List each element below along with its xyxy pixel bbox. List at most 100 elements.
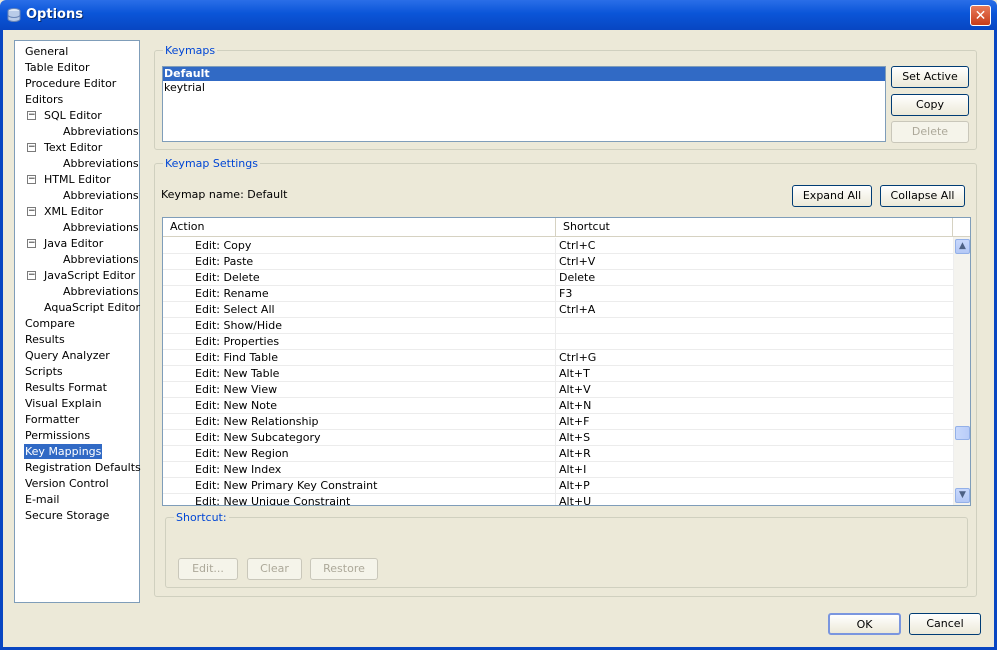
collapse-toggle-icon[interactable]: − [27,143,36,152]
set-active-button[interactable]: Set Active [891,66,969,88]
nav-item[interactable]: HTML Editor [43,172,112,187]
scroll-down-icon[interactable]: ▼ [955,488,970,503]
table-row[interactable]: Edit: New Primary Key Constraint Alt+P [163,478,953,494]
nav-item[interactable]: XML Editor [43,204,104,219]
table-row[interactable]: Edit: New Index Alt+I [163,462,953,478]
collapse-toggle-icon[interactable]: − [27,271,36,280]
collapse-toggle-icon[interactable]: − [27,175,36,184]
table-row[interactable]: Edit: Paste Ctrl+V [163,254,953,270]
title-bar: Options ✕ [0,0,997,30]
shortcut-cell: Alt+I [555,462,953,478]
table-row[interactable]: Edit: New Note Alt+N [163,398,953,414]
nav-item[interactable]: Results [24,332,66,347]
nav-item[interactable]: Abbreviations [62,220,140,235]
action-cell: Edit: New Note [195,399,278,412]
edit-shortcut-button[interactable]: Edit... [178,558,238,580]
options-navigation-tree: General Table Editor Procedure Editor Edito… [14,40,142,603]
keymap-name-label: Keymap name: Default [161,188,288,201]
nav-item[interactable]: Secure Storage [24,508,110,523]
shortcut-legend: Shortcut: [176,511,227,524]
nav-item[interactable]: Table Editor [24,60,91,75]
shortcut-cell: F3 [555,286,953,302]
restore-shortcut-button[interactable]: Restore [310,558,378,580]
nav-item[interactable]: JavaScript Editor [43,268,136,283]
action-cell: Edit: New Table [195,367,280,380]
table-row[interactable]: Edit: New View Alt+V [163,382,953,398]
collapse-all-button[interactable]: Collapse All [880,185,965,207]
table-row[interactable]: Edit: Select All Ctrl+A [163,302,953,318]
table-row[interactable]: Edit: Copy Ctrl+C [163,238,953,254]
nav-item[interactable]: Abbreviations [62,156,140,171]
shortcut-cell [555,334,953,350]
cancel-button[interactable]: Cancel [909,613,981,635]
vertical-scrollbar[interactable]: ▲ ▼ [953,237,970,505]
table-row[interactable]: Edit: Rename F3 [163,286,953,302]
scroll-up-icon[interactable]: ▲ [955,239,970,254]
clear-shortcut-button[interactable]: Clear [247,558,302,580]
action-cell: Edit: New Subcategory [195,431,321,444]
nav-item[interactable]: Permissions [24,428,91,443]
table-row[interactable]: Edit: New Relationship Alt+F [163,414,953,430]
nav-item[interactable]: Java Editor [43,236,104,251]
nav-item[interactable]: Editors [24,92,64,107]
collapse-toggle-icon[interactable]: − [27,111,36,120]
scrollbar-thumb[interactable] [955,425,970,440]
action-cell: Edit: Rename [195,287,269,300]
column-header-action[interactable]: Action [163,218,556,236]
collapse-toggle-icon[interactable]: − [27,207,36,216]
keymap-item-keytrial[interactable]: keytrial [163,81,885,95]
nav-item[interactable]: Abbreviations [62,284,140,299]
nav-item[interactable]: E-mail [24,492,61,507]
collapse-toggle-icon[interactable]: − [27,239,36,248]
nav-item[interactable]: Scripts [24,364,64,379]
action-cell: Edit: New Index [195,463,282,476]
table-row[interactable]: Edit: New Subcategory Alt+S [163,430,953,446]
nav-item[interactable]: General [24,44,69,59]
action-cell: Edit: New View [195,383,278,396]
keymaps-list[interactable]: Default keytrial [162,66,886,142]
shortcut-cell: Alt+N [555,398,953,414]
table-row[interactable]: Edit: Show/Hide [163,318,953,334]
keymap-settings-legend: Keymap Settings [165,157,258,170]
ok-button[interactable]: OK [828,613,901,635]
keymap-item-default[interactable]: Default [163,67,885,81]
shortcut-cell: Ctrl+V [555,254,953,270]
action-cell: Edit: Paste [195,255,254,268]
shortcut-cell [555,318,953,334]
table-row[interactable]: Edit: New Unique Constraint Alt+U [163,494,953,505]
nav-item[interactable]: Abbreviations [62,252,140,267]
close-button[interactable]: ✕ [970,5,991,26]
table-row[interactable]: Edit: Properties [163,334,953,350]
nav-item[interactable]: Compare [24,316,76,331]
table-row[interactable]: Edit: Find Table Ctrl+G [163,350,953,366]
nav-item[interactable]: Procedure Editor [24,76,117,91]
table-row[interactable]: Edit: Delete Delete [163,270,953,286]
nav-item[interactable]: Registration Defaults [24,460,142,475]
expand-all-button[interactable]: Expand All [792,185,872,207]
nav-item[interactable]: Text Editor [43,140,103,155]
nav-item[interactable]: Key Mappings [24,444,103,459]
shortcut-cell: Alt+R [555,446,953,462]
nav-item[interactable]: SQL Editor [43,108,103,123]
nav-item[interactable]: Results Format [24,380,108,395]
nav-item[interactable]: Abbreviations [62,188,140,203]
nav-item[interactable]: AquaScript Editor [43,300,141,315]
copy-button[interactable]: Copy [891,94,969,116]
column-header-shortcut[interactable]: Shortcut [556,218,953,236]
nav-item[interactable]: Abbreviations [62,124,140,139]
action-cell: Edit: Find Table [195,351,278,364]
nav-item[interactable]: Formatter [24,412,80,427]
table-row[interactable]: Edit: New Region Alt+R [163,446,953,462]
shortcut-cell: Alt+S [555,430,953,446]
table-body: Edit: Copy Ctrl+C Edit: Paste Ctrl+V Edit: D… [163,238,953,505]
shortcut-cell: Ctrl+A [555,302,953,318]
delete-button[interactable]: Delete [891,121,969,143]
table-row[interactable]: Edit: New Table Alt+T [163,366,953,382]
nav-item[interactable]: Version Control [24,476,110,491]
shortcut-cell: Alt+V [555,382,953,398]
nav-item[interactable]: Visual Explain [24,396,103,411]
nav-item[interactable]: Query Analyzer [24,348,111,363]
action-cell: Edit: Properties [195,335,280,348]
action-cell: Edit: Copy [195,239,252,252]
action-cell: Edit: New Primary Key Constraint [195,479,378,492]
